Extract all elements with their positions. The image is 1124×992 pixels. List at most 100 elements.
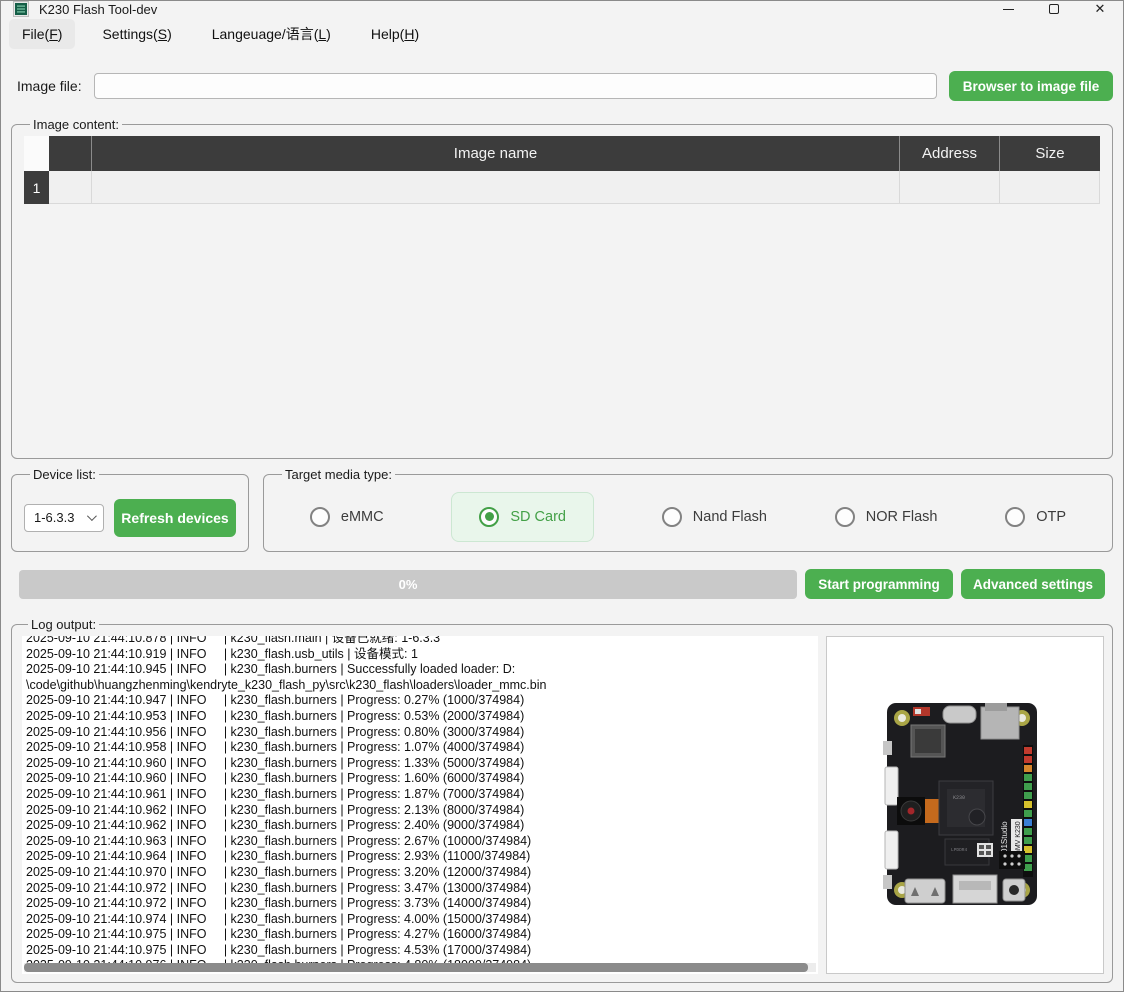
radio-label: eMMC: [340, 508, 384, 525]
menu-item-label: H: [404, 26, 415, 42]
log-line: 2025-09-10 21:44:10.960 | INFO | k230_fl…: [26, 755, 525, 770]
menu-item-label: Settings(: [102, 26, 158, 42]
close-button[interactable]: ✕: [1077, 1, 1123, 17]
menu-item-label: Help(: [370, 26, 405, 42]
device-list-group: Device list: 1-6.3.3 Refresh devices: [11, 467, 249, 552]
image-content-label: Image content:: [33, 117, 119, 132]
log-lines: 2025-09-10 21:44:10.878 | INFO | k230_fl…: [22, 636, 818, 974]
title-bar: K230 Flash Tool-dev ✕: [1, 1, 1123, 17]
device-select[interactable]: 1-6.3.3: [24, 503, 104, 532]
radio-label: OTP: [1036, 508, 1067, 525]
maximize-button[interactable]: [1031, 1, 1077, 17]
radio-icon: [1005, 506, 1026, 527]
image-file-label: Image file:: [17, 78, 82, 94]
log-line: 2025-09-10 21:44:10.878 | INFO | k230_fl…: [26, 636, 441, 645]
menu-item-help[interactable]: Help(H): [358, 19, 432, 49]
app-window: K230 Flash Tool-dev ✕ File(F) Settings(S)…: [0, 0, 1124, 992]
svg-text:LPDDR4: LPDDR4: [951, 847, 968, 853]
device-list-label: Device list:: [33, 467, 96, 482]
radio-option-nand-flash[interactable]: Nand Flash: [661, 506, 767, 527]
k230-board-image: K230 LPDDR4 01Studio CanMV K230: [881, 693, 1049, 918]
log-line: 2025-09-10 21:44:10.947 | INFO | k230_fl…: [26, 693, 525, 708]
chevron-down-icon: [86, 511, 97, 522]
menu-bar: File(F) Settings(S) Langeuage/语言(L) Help(H): [1, 17, 1123, 51]
log-line: \code\github\huangzhenming\kendryte_k230…: [26, 677, 547, 692]
log-line: 2025-09-10 21:44:10.958 | INFO | k230_fl…: [26, 740, 525, 755]
log-line: 2025-09-10 21:44:10.956 | INFO | k230_fl…: [26, 724, 525, 739]
radio-icon: [479, 506, 500, 527]
log-line: 2025-09-10 21:44:10.960 | INFO | k230_fl…: [26, 771, 525, 786]
radio-option-otp[interactable]: OTP: [1005, 506, 1067, 527]
cell-check[interactable]: [49, 171, 92, 204]
log-line: 2025-09-10 21:44:10.961 | INFO | k230_fl…: [26, 786, 525, 801]
image-file-row: Image file: Browser to image file: [11, 71, 1113, 101]
log-output-label: Log output:: [31, 617, 97, 632]
menu-item-label: ): [414, 26, 420, 42]
menu-item-label: ): [326, 26, 331, 42]
radio-icon: [309, 506, 330, 527]
menu-item-label: S: [157, 26, 168, 42]
log-line: 2025-09-10 21:44:10.972 | INFO | k230_fl…: [26, 880, 532, 895]
svg-text:01Studio: 01Studio: [1000, 821, 1009, 853]
log-horizontal-scrollbar[interactable]: [24, 963, 816, 973]
table-corner-cell: [24, 136, 49, 171]
svg-text:K230: K230: [953, 795, 965, 801]
column-header-address: Address: [900, 136, 1000, 171]
column-header-image-name: Image name: [92, 136, 900, 171]
log-line: 2025-09-10 21:44:10.970 | INFO | k230_fl…: [26, 864, 532, 879]
log-line: 2025-09-10 21:44:10.962 | INFO | k230_fl…: [26, 818, 525, 833]
advanced-settings-button[interactable]: Advanced settings: [961, 569, 1105, 599]
radio-label: NOR Flash: [865, 508, 938, 525]
app-chip-icon: [13, 1, 29, 17]
menu-item-label: L: [318, 26, 327, 42]
column-header-check: [49, 136, 92, 171]
image-table: Image name Address Size 1: [24, 136, 1100, 204]
board-image-panel: K230 LPDDR4 01Studio CanMV K230: [826, 636, 1104, 975]
menu-item-label: File(: [22, 26, 50, 42]
browse-image-button[interactable]: Browser to image file: [949, 71, 1113, 101]
radio-icon: [661, 506, 682, 527]
log-line: 2025-09-10 21:44:10.953 | INFO | k230_fl…: [26, 708, 525, 723]
media-options: eMMC SD Card Nand Flash NOR Flash OTP: [276, 484, 1100, 545]
log-line: 2025-09-10 21:44:10.974 | INFO | k230_fl…: [26, 911, 532, 926]
menu-item-label: F: [49, 26, 58, 42]
progress-value: 0%: [398, 576, 418, 592]
image-file-input[interactable]: [93, 73, 937, 99]
log-output-group: Log output: 2025-09-10 21:44:10.878 | IN…: [11, 617, 1113, 984]
log-line: 2025-09-10 21:44:10.963 | INFO | k230_fl…: [26, 833, 532, 848]
menu-item-label: Langeuage/语言(: [211, 26, 319, 42]
cell-size[interactable]: [1000, 171, 1100, 204]
log-line: 2025-09-10 21:44:10.919 | INFO | k230_fl…: [26, 646, 418, 661]
log-line: 2025-09-10 21:44:10.964 | INFO | k230_fl…: [26, 849, 531, 864]
radio-icon: [834, 506, 855, 527]
radio-option-nor-flash[interactable]: NOR Flash: [834, 506, 938, 527]
scrollbar-thumb[interactable]: [24, 963, 809, 973]
progress-row: 0% Start programming Advanced settings: [11, 569, 1113, 599]
table-row: 1: [24, 171, 1100, 204]
radio-option-sd-card[interactable]: SD Card: [451, 491, 594, 542]
target-media-label: Target media type:: [285, 467, 392, 482]
log-line: 2025-09-10 21:44:10.945 | INFO | k230_fl…: [26, 662, 516, 677]
log-line: 2025-09-10 21:44:10.962 | INFO | k230_fl…: [26, 802, 525, 817]
log-text-area[interactable]: 2025-09-10 21:44:10.878 | INFO | k230_fl…: [22, 636, 818, 975]
log-line: 2025-09-10 21:44:10.975 | INFO | k230_fl…: [26, 927, 532, 942]
cell-image-name[interactable]: [92, 171, 900, 204]
image-table-header-row: Image name Address Size: [24, 136, 1100, 171]
menu-item-label: ): [57, 26, 63, 42]
radio-option-emmc[interactable]: eMMC: [309, 506, 384, 527]
menu-item-file[interactable]: File(F): [9, 19, 76, 49]
menu-item-label: ): [167, 26, 172, 42]
window-title: K230 Flash Tool-dev: [39, 1, 158, 17]
refresh-devices-button[interactable]: Refresh devices: [114, 498, 236, 537]
menu-item-settings[interactable]: Settings(S): [89, 19, 184, 49]
cell-address[interactable]: [900, 171, 1000, 204]
row-header-1: 1: [24, 171, 49, 204]
progress-bar: 0%: [19, 569, 797, 599]
start-programming-button[interactable]: Start programming: [805, 569, 953, 599]
radio-label: Nand Flash: [692, 508, 767, 525]
column-header-size: Size: [1000, 136, 1100, 171]
log-line: 2025-09-10 21:44:10.972 | INFO | k230_fl…: [26, 896, 532, 911]
image-content-group: Image content: Image name Address Size 1: [11, 117, 1113, 459]
minimize-button[interactable]: [985, 1, 1031, 17]
menu-item-language[interactable]: Langeuage/语言(L): [199, 17, 344, 51]
